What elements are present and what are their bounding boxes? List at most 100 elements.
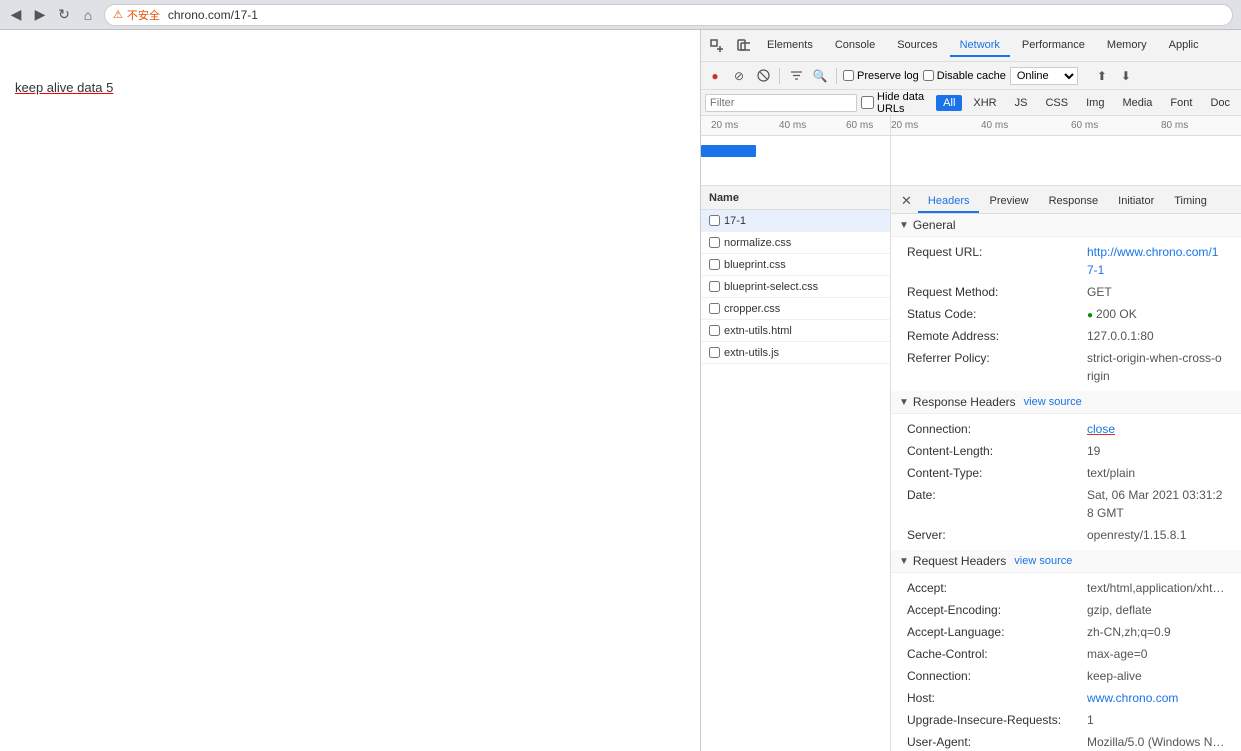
detail-tabs: ✕ Headers Preview Response Initiator Tim…	[891, 186, 1241, 214]
back-button[interactable]: ◀	[8, 7, 24, 23]
upload-icon[interactable]: ⬆	[1092, 66, 1112, 86]
detail-bars	[891, 136, 1241, 186]
filter-type-font[interactable]: Font	[1163, 95, 1199, 111]
server-row: Server: openresty/1.15.8.1	[891, 524, 1241, 546]
file-item-17-1[interactable]: 17-1	[701, 210, 890, 232]
general-triangle-icon: ▼	[899, 220, 909, 231]
preserve-log-checkbox[interactable]: Preserve log	[843, 70, 919, 82]
host-value[interactable]: www.chrono.com	[1087, 689, 1178, 707]
date-row: Date: Sat, 06 Mar 2021 03:31:28 GMT	[891, 484, 1241, 524]
filter-type-all[interactable]: All	[936, 95, 962, 111]
response-headers-section-header[interactable]: ▼ Response Headers view source	[891, 391, 1241, 414]
toolbar-divider-1	[779, 68, 780, 84]
date-value: Sat, 06 Mar 2021 03:31:28 GMT	[1087, 486, 1225, 522]
accept-row: Accept: text/html,application/xhtml+xml,…	[891, 577, 1241, 599]
detail-ruler: 20 ms 40 ms 60 ms 80 ms 100 ms 120 m	[891, 116, 1241, 136]
disable-cache-checkbox[interactable]: Disable cache	[923, 70, 1006, 82]
filter-type-doc[interactable]: Doc	[1203, 95, 1237, 111]
content-type-value: text/plain	[1087, 464, 1135, 482]
timeline-area: 20 ms 40 ms 60 ms 80 ms	[701, 116, 890, 186]
file-item-extn-utils-html[interactable]: extn-utils.html	[701, 320, 890, 342]
status-code-row: Status Code: 200 OK	[891, 303, 1241, 325]
filter-type-css[interactable]: CSS	[1038, 95, 1075, 111]
tab-preview[interactable]: Preview	[979, 191, 1038, 213]
response-headers-section-content: Connection: close Content-Length: 19 Con…	[891, 414, 1241, 550]
request-headers-triangle-icon: ▼	[899, 556, 909, 567]
timeline-ruler: 20 ms 40 ms 60 ms 80 ms	[701, 116, 890, 136]
browser-bar: ◀ ▶ ↻ ⌂ ⚠ 不安全 chrono.com/17-1	[0, 0, 1241, 30]
general-section-header[interactable]: ▼ General	[891, 214, 1241, 237]
response-headers-triangle-icon: ▼	[899, 397, 909, 408]
request-headers-section-header[interactable]: ▼ Request Headers view source	[891, 550, 1241, 573]
record-button[interactable]: ●	[705, 66, 725, 86]
file-item-extn-utils-js[interactable]: extn-utils.js	[701, 342, 890, 364]
reload-button[interactable]: ↻	[56, 7, 72, 23]
content-length-row: Content-Length: 19	[891, 440, 1241, 462]
accept-value: text/html,application/xhtml+xml,applicat…	[1087, 579, 1225, 597]
content-type-row: Content-Type: text/plain	[891, 462, 1241, 484]
hide-urls-checkbox[interactable]: Hide data URLs	[861, 91, 932, 115]
response-headers-view-source[interactable]: view source	[1024, 396, 1082, 408]
file-item-cropper-css[interactable]: cropper.css	[701, 298, 890, 320]
filter-type-img[interactable]: Img	[1079, 95, 1111, 111]
warning-text: 不安全	[127, 7, 160, 23]
accept-encoding-value: gzip, deflate	[1087, 601, 1152, 619]
tab-headers[interactable]: Headers	[918, 191, 980, 213]
home-button[interactable]: ⌂	[80, 7, 96, 23]
remote-address-row: Remote Address: 127.0.0.1:80	[891, 325, 1241, 347]
tab-timing[interactable]: Timing	[1164, 191, 1217, 213]
user-agent-value: Mozilla/5.0 (Windows NT 10.0; Win64;	[1087, 733, 1225, 751]
request-url-row: Request URL: http://www.chrono.com/17-1	[891, 241, 1241, 281]
tab-initiator[interactable]: Initiator	[1108, 191, 1164, 213]
file-list: 17-1 normalize.css blueprint.css bluepri…	[701, 210, 890, 751]
cache-control-value: max-age=0	[1087, 645, 1147, 663]
filter-icon[interactable]	[786, 66, 806, 86]
tab-elements[interactable]: Elements	[757, 35, 823, 57]
main-split: 20 ms 40 ms 60 ms 80 ms Name 17-1	[701, 116, 1241, 751]
tab-application[interactable]: Applic	[1159, 35, 1209, 57]
filter-bar: Hide data URLs All XHR JS CSS Img Media …	[701, 90, 1241, 116]
tab-sources[interactable]: Sources	[887, 35, 947, 57]
filter-type-js[interactable]: JS	[1008, 95, 1035, 111]
filter-type-media[interactable]: Media	[1115, 95, 1159, 111]
tab-response[interactable]: Response	[1039, 191, 1109, 213]
remote-address-value: 127.0.0.1:80	[1087, 327, 1154, 345]
page-content: keep alive data 5	[0, 30, 700, 751]
detail-pane: 20 ms 40 ms 60 ms 80 ms 100 ms 120 m ✕ H…	[891, 116, 1241, 751]
status-code-value: 200 OK	[1087, 305, 1137, 323]
request-url-value[interactable]: http://www.chrono.com/17-1	[1087, 243, 1225, 279]
timeline-bars	[701, 136, 890, 186]
forward-button[interactable]: ▶	[32, 7, 48, 23]
address-text: chrono.com/17-1	[168, 8, 258, 22]
filter-input[interactable]	[705, 94, 857, 112]
inspect-element-icon[interactable]	[705, 34, 729, 58]
upgrade-insecure-value: 1	[1087, 711, 1094, 729]
stop-button[interactable]: ⊘	[729, 66, 749, 86]
filter-type-xhr[interactable]: XHR	[966, 95, 1003, 111]
request-headers-view-source[interactable]: view source	[1014, 555, 1072, 567]
file-item-normalize-css[interactable]: normalize.css	[701, 232, 890, 254]
tab-performance[interactable]: Performance	[1012, 35, 1095, 57]
clear-button[interactable]	[753, 66, 773, 86]
request-method-row: Request Method: GET	[891, 281, 1241, 303]
tab-network[interactable]: Network	[950, 35, 1010, 57]
search-icon[interactable]: 🔍	[810, 66, 830, 86]
keep-alive-text: keep alive data 5	[15, 80, 690, 95]
network-toolbar: ● ⊘ 🔍 Preserve log Disable cache	[701, 62, 1241, 90]
server-value: openresty/1.15.8.1	[1087, 526, 1186, 544]
tab-console[interactable]: Console	[825, 35, 885, 57]
file-item-blueprint-select-css[interactable]: blueprint-select.css	[701, 276, 890, 298]
address-bar[interactable]: ⚠ 不安全 chrono.com/17-1	[104, 4, 1233, 26]
throttle-select[interactable]: Online Fast 3G Slow 3G Offline	[1010, 67, 1078, 85]
file-item-blueprint-css[interactable]: blueprint.css	[701, 254, 890, 276]
connection-request-value: keep-alive	[1087, 667, 1142, 685]
host-row: Host: www.chrono.com	[891, 687, 1241, 709]
referrer-policy-row: Referrer Policy: strict-origin-when-cros…	[891, 347, 1241, 387]
detail-close-button[interactable]: ✕	[895, 189, 918, 213]
tab-memory[interactable]: Memory	[1097, 35, 1157, 57]
download-icon[interactable]: ⬇	[1116, 66, 1136, 86]
detail-content: ▼ General Request URL: http://www.chrono…	[891, 214, 1241, 751]
referrer-policy-value: strict-origin-when-cross-origin	[1087, 349, 1225, 385]
device-toolbar-icon[interactable]	[731, 34, 755, 58]
request-headers-section-content: Accept: text/html,application/xhtml+xml,…	[891, 573, 1241, 751]
